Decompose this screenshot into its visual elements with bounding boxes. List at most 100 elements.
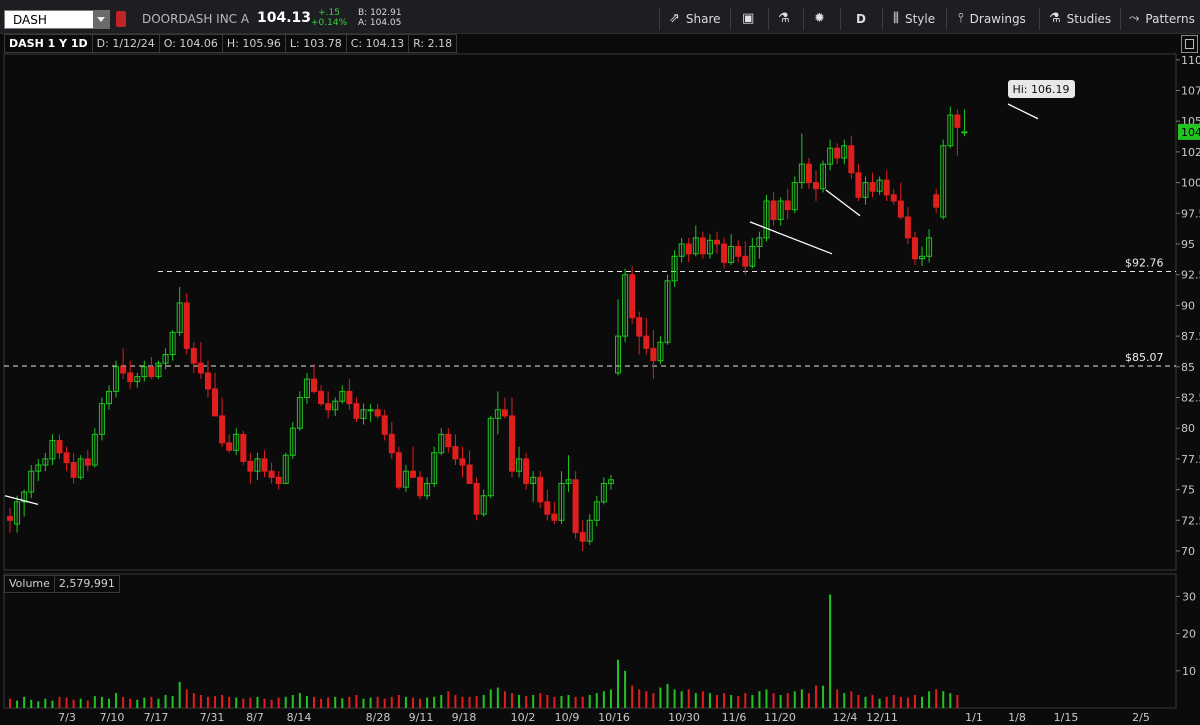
- candlestick: [7, 508, 13, 533]
- volume-bar: [433, 696, 436, 708]
- volume-bar: [814, 685, 817, 708]
- volume-bar: [305, 696, 308, 708]
- volume-bar: [489, 689, 492, 708]
- volume-bar: [525, 696, 528, 708]
- volume-bar: [935, 689, 938, 708]
- date-tick-label: 9/11: [409, 711, 434, 724]
- volume-bar: [383, 698, 386, 708]
- candle-body: [63, 452, 70, 464]
- candlestick: [827, 139, 834, 171]
- date-tick-label: 10/9: [555, 711, 580, 724]
- candlestick: [926, 229, 933, 263]
- volume-bar: [291, 694, 294, 708]
- candlestick: [692, 225, 699, 257]
- candlestick: [28, 465, 35, 499]
- candlestick: [904, 207, 911, 244]
- volume-bar: [192, 693, 195, 708]
- candlestick: [883, 170, 890, 202]
- volume-bar: [744, 693, 747, 708]
- volume-bar: [341, 698, 344, 708]
- volume-bar: [942, 691, 945, 708]
- chart-frames: [3, 53, 1177, 709]
- volume-bar: [143, 697, 146, 708]
- volume-bar: [701, 691, 704, 708]
- volume-bar: [270, 699, 273, 708]
- volume-bar: [652, 693, 655, 708]
- price-tick-label: 75: [1181, 484, 1195, 497]
- trend-line: [1007, 103, 1039, 120]
- volume-bar: [730, 694, 733, 708]
- date-tick-label: 7/31: [200, 711, 225, 724]
- candlestick: [544, 489, 551, 521]
- candle-body: [466, 464, 473, 484]
- candlestick: [735, 240, 742, 263]
- volume-bar: [567, 694, 570, 708]
- candlestick: [671, 250, 678, 287]
- volume-bar: [369, 697, 372, 708]
- candlestick: [862, 176, 869, 205]
- candlestick: [699, 231, 706, 259]
- candle-body: [445, 433, 452, 448]
- volume-bar: [892, 694, 895, 708]
- volume-bar: [411, 697, 414, 708]
- candle-body: [84, 458, 91, 466]
- candlesticks: [7, 106, 968, 551]
- candle-body: [367, 409, 374, 412]
- volume-bar: [475, 696, 478, 708]
- volume-bar: [362, 698, 365, 708]
- volume-bar: [758, 691, 761, 708]
- candle-body: [275, 476, 282, 484]
- volume-bar: [468, 696, 471, 708]
- volume-axis: 10 20 30: [1176, 590, 1196, 678]
- candlestick: [395, 446, 402, 490]
- candle-body: [721, 243, 728, 263]
- volume-bar: [327, 697, 330, 708]
- volume-bar: [404, 696, 407, 708]
- candlestick: [586, 514, 593, 545]
- date-tick-label: 9/18: [452, 711, 477, 724]
- volume-bar: [822, 685, 825, 708]
- candlestick: [607, 474, 614, 490]
- level-price-label: $85.07: [1125, 351, 1164, 364]
- candlestick: [42, 452, 49, 472]
- candle-body: [473, 482, 480, 515]
- candlestick: [233, 428, 240, 456]
- candlestick: [742, 241, 749, 275]
- candlestick: [374, 403, 381, 419]
- volume-bar: [164, 694, 167, 708]
- volume-tick-label: 20: [1182, 628, 1196, 641]
- candle-body: [346, 390, 353, 405]
- candle-body: [381, 415, 388, 435]
- candlestick: [346, 379, 353, 410]
- price-chart[interactable]: 110107.105102.10097.59592.59087.58582.58…: [0, 0, 1200, 725]
- candlestick: [417, 471, 424, 500]
- last-price-tag-text: 104: [1181, 126, 1200, 139]
- volume-bar: [956, 694, 959, 708]
- volume-bar: [878, 698, 881, 708]
- volume-bar: [885, 696, 888, 708]
- volume-tick-label: 10: [1182, 665, 1196, 678]
- price-tick-label: 85: [1181, 361, 1195, 374]
- volume-bar: [921, 696, 924, 708]
- volume-bar: [864, 696, 867, 708]
- volume-bar: [624, 670, 627, 708]
- volume-bar: [221, 694, 224, 708]
- price-tick-label: 110: [1181, 54, 1200, 67]
- candlestick: [933, 188, 940, 214]
- candle-body: [501, 409, 508, 417]
- hi-label-text: Hi: 106.19: [1012, 83, 1069, 96]
- candlestick: [629, 266, 636, 324]
- candlestick: [325, 391, 332, 419]
- candlestick: [388, 422, 395, 459]
- candle-body: [409, 470, 416, 478]
- candle-body: [904, 216, 911, 239]
- candle-body: [714, 239, 720, 245]
- date-tick-label: 7/10: [100, 711, 125, 724]
- candle-body: [784, 200, 791, 211]
- date-tick-label: 1/15: [1054, 711, 1079, 724]
- candlestick: [897, 182, 904, 220]
- candlestick: [431, 446, 438, 488]
- volume-bar: [574, 696, 577, 708]
- candlestick: [911, 231, 918, 265]
- date-tick-label: 10/16: [598, 711, 630, 724]
